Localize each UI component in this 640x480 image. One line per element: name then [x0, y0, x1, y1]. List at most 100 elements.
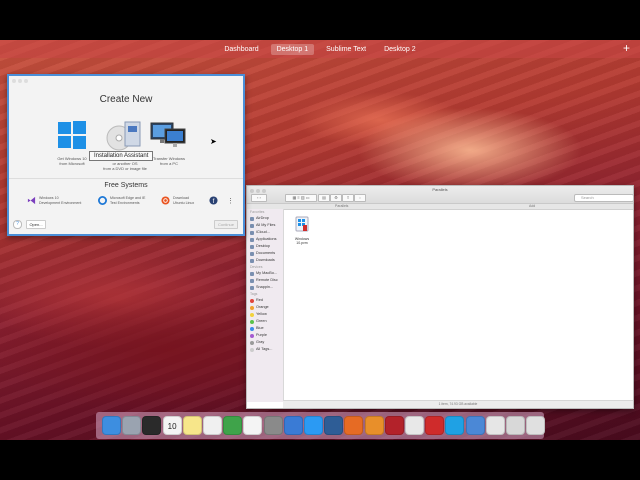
fedora-icon: f [209, 196, 218, 205]
edge-icon [98, 196, 107, 205]
open-button[interactable]: Open... [26, 220, 46, 229]
back-forward-buttons[interactable]: ‹ › [251, 194, 267, 202]
app-store-icon[interactable] [304, 416, 323, 435]
divider [9, 178, 243, 179]
tag-label: Gray [256, 340, 265, 344]
all-files-icon [250, 223, 254, 228]
close-button[interactable] [12, 79, 16, 83]
sidebar-tag[interactable]: Purple [247, 332, 283, 339]
more-systems-icon[interactable]: ⋮ [227, 197, 234, 205]
numbers-icon[interactable] [223, 416, 243, 435]
finder-titlebar[interactable]: Parallels ‹ › ▦ ≡ ▥ ▭ ▤ ⚙ ⇪ ◌ Search [247, 186, 634, 204]
space-sublime-text[interactable]: Sublime Text [320, 44, 372, 55]
tag-label: All Tags... [256, 347, 273, 351]
sidebar-tag[interactable]: Yellow [247, 311, 283, 318]
search-input[interactable]: Search [574, 194, 634, 202]
tag-label: Blue [256, 326, 264, 330]
view-mode-buttons[interactable]: ▦ ≡ ▥ ▭ [285, 194, 317, 202]
free-systems-heading: Free Systems [104, 182, 148, 189]
sidebar-tag[interactable]: Orange [247, 304, 283, 311]
file-label: Windows 10.pvm [294, 237, 310, 245]
zoom-button[interactable] [24, 79, 28, 83]
sidebar-item-desktop[interactable]: Desktop [247, 243, 283, 250]
tag-label: Yellow [256, 312, 267, 316]
share-icon[interactable]: ⇪ [342, 194, 354, 202]
sidebar-tag[interactable]: Green [247, 318, 283, 325]
dock: 10 [96, 412, 546, 439]
tag-color-icon [250, 326, 254, 331]
parallels-wizard-window: Create New Get Windows 10 from Microsoft [7, 74, 245, 236]
sidebar-item-remote-disc[interactable]: Remote Disc [247, 277, 283, 284]
calendar-icon[interactable]: 10 [162, 416, 182, 435]
parallels-icon[interactable] [425, 416, 445, 435]
status-bar: 1 item, 74.93 GB available [283, 400, 633, 408]
space-desktop-1[interactable]: Desktop 1 [270, 43, 315, 55]
itunes-icon[interactable] [243, 416, 263, 435]
continue-button[interactable]: Continue [214, 220, 238, 229]
sidebar-item-airdrop[interactable]: AirDrop [247, 215, 283, 222]
sidebar-item-snappin[interactable]: Snappin... [247, 284, 283, 291]
space-desktop-2[interactable]: Desktop 2 [378, 44, 422, 55]
letterbox-top [0, 0, 640, 40]
space-dashboard[interactable]: Dashboard [218, 44, 264, 55]
terminal-icon[interactable] [142, 416, 162, 435]
drive-icon [250, 285, 254, 290]
sidebar-item-icloud[interactable]: iCloud... [247, 229, 283, 236]
path-bar-right[interactable]: Add [529, 204, 535, 209]
sublime-text-icon[interactable] [364, 416, 384, 435]
trash-icon[interactable] [526, 416, 546, 435]
tag-label: Purple [256, 333, 267, 337]
disc-icon [250, 278, 254, 283]
sidebar-tag[interactable]: Gray [247, 339, 283, 346]
free-ubuntu-linux[interactable]: Download Ubuntu Linux f [161, 196, 218, 205]
sidebar-item-all-my-files[interactable]: All My Files [247, 222, 283, 229]
quicktime-icon[interactable] [324, 416, 344, 435]
chrome-icon[interactable] [405, 416, 424, 435]
documents-stack-icon[interactable] [506, 416, 525, 435]
notes-icon[interactable] [182, 416, 202, 435]
airdrop-icon [250, 216, 254, 221]
spaces-bar: Dashboard Desktop 1 Sublime Text Desktop… [0, 40, 640, 58]
tag-color-icon [250, 305, 254, 310]
window-titlebar[interactable] [9, 76, 243, 86]
filezilla-icon[interactable] [384, 416, 404, 435]
path-bar-left: Parallels [335, 204, 349, 208]
ubuntu-icon [161, 196, 170, 205]
firefox-icon[interactable] [344, 416, 364, 435]
help-button[interactable]: ? [13, 220, 22, 229]
skype-icon[interactable] [445, 416, 465, 435]
keynote-podium-icon[interactable] [283, 416, 303, 435]
letterbox-bottom [0, 440, 640, 480]
add-space-button[interactable]: + [623, 41, 630, 55]
mail-icon[interactable] [485, 416, 505, 435]
finder-icon[interactable] [102, 416, 121, 435]
arrange-button[interactable]: ▤ [318, 194, 330, 202]
sidebar-tag[interactable]: Red [247, 297, 283, 304]
preview-icon[interactable] [465, 416, 485, 435]
sidebar-item-documents[interactable]: Documents [247, 250, 283, 257]
action-gear-icon[interactable]: ⚙ [330, 194, 342, 202]
system-preferences-icon[interactable] [263, 416, 283, 435]
pc-transfer-icon [139, 120, 199, 152]
parallels-vm-file-icon [295, 216, 309, 232]
sidebar-tag[interactable]: Blue [247, 325, 283, 332]
file-item[interactable]: Windows 10.pvm [289, 216, 315, 245]
sidebar-item-downloads[interactable]: Downloads [247, 257, 283, 264]
windows-logo-icon [42, 120, 102, 152]
mouse-cursor-icon: ➤ [210, 137, 217, 146]
free-windows-dev-env[interactable]: Windows 10 Development Environment [27, 196, 81, 205]
sidebar-item-applications[interactable]: Applications [247, 236, 283, 243]
minimize-button[interactable] [18, 79, 22, 83]
tag-icon[interactable]: ◌ [354, 194, 366, 202]
keynote-icon[interactable] [203, 416, 222, 435]
sidebar-tag[interactable]: All Tags... [247, 346, 283, 353]
sidebar-item-macbook[interactable]: My MacBo... [247, 270, 283, 277]
tag-label: Green [256, 319, 267, 323]
finder-sidebar: Favorites AirDrop All My Files iCloud...… [247, 209, 284, 402]
free-edge-ie-env[interactable]: Microsoft Edge and IE Test Environments [98, 196, 145, 205]
launchpad-icon[interactable] [122, 416, 142, 435]
svg-text:f: f [213, 198, 215, 205]
window-title: Parallels [432, 187, 448, 192]
tag-color-icon [250, 340, 254, 345]
tag-label: Red [256, 298, 263, 302]
